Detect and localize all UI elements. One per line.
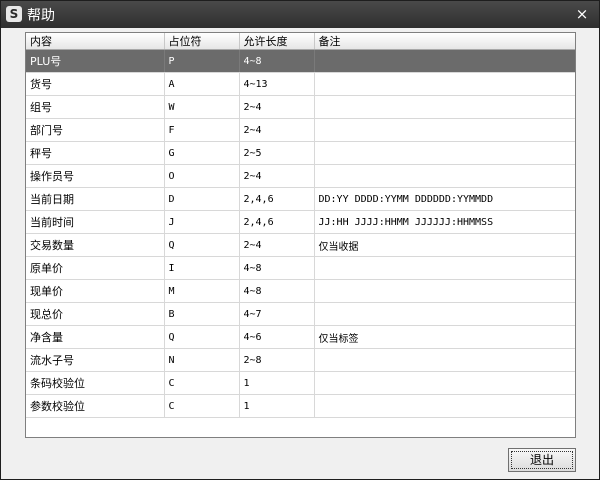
placeholder-cell: D bbox=[164, 187, 240, 211]
content-cell: PLU号 bbox=[26, 49, 165, 73]
content-cell: 交易数量 bbox=[26, 233, 165, 257]
length-cell: 4~8 bbox=[239, 49, 315, 73]
table-row[interactable]: 净含量 Q 4~6 仅当标签 bbox=[26, 325, 575, 349]
table-row[interactable]: 货号 A 4~13 bbox=[26, 72, 575, 96]
table-row[interactable]: 参数校验位 C 1 bbox=[26, 394, 575, 418]
table-row[interactable]: PLU号 P 4~8 bbox=[26, 49, 575, 73]
table-row[interactable]: 操作员号 O 2~4 bbox=[26, 164, 575, 188]
content-cell: 流水子号 bbox=[26, 348, 165, 372]
exit-button[interactable]: 退出 bbox=[508, 448, 576, 472]
remark-cell bbox=[314, 118, 575, 142]
placeholder-cell: N bbox=[164, 348, 240, 372]
app-icon: S bbox=[6, 6, 22, 22]
length-cell: 2~5 bbox=[239, 141, 315, 165]
table-row[interactable]: 原单价 I 4~8 bbox=[26, 256, 575, 280]
content-cell: 秤号 bbox=[26, 141, 165, 165]
length-cell: 2~8 bbox=[239, 348, 315, 372]
placeholder-cell: W bbox=[164, 95, 240, 119]
placeholder-cell: C bbox=[164, 394, 240, 418]
window-title: 帮助 bbox=[27, 8, 55, 24]
help-table: 内容 占位符 允许长度 备注 PLU号 P 4~8 货号 A 4~13 组号 W 2~4 部门号 F… bbox=[26, 33, 575, 418]
length-cell: 2~4 bbox=[239, 95, 315, 119]
length-cell: 4~7 bbox=[239, 302, 315, 326]
table-row[interactable]: 现单价 M 4~8 bbox=[26, 279, 575, 303]
table-row[interactable]: 组号 W 2~4 bbox=[26, 95, 575, 119]
table-header-row: 内容 占位符 允许长度 备注 bbox=[26, 33, 575, 50]
length-cell: 2~4 bbox=[239, 118, 315, 142]
remark-cell bbox=[314, 279, 575, 303]
placeholder-cell: Q bbox=[164, 233, 240, 257]
table-row[interactable]: 部门号 F 2~4 bbox=[26, 118, 575, 142]
close-button[interactable]: × bbox=[573, 4, 591, 24]
placeholder-cell: G bbox=[164, 141, 240, 165]
remark-cell bbox=[314, 348, 575, 372]
length-cell: 1 bbox=[239, 371, 315, 395]
placeholder-cell: C bbox=[164, 371, 240, 395]
column-header-allowed-length[interactable]: 允许长度 bbox=[239, 33, 315, 50]
length-cell: 4~8 bbox=[239, 256, 315, 280]
placeholder-cell: F bbox=[164, 118, 240, 142]
column-header-content[interactable]: 内容 bbox=[26, 33, 165, 50]
remark-cell: 仅当收据 bbox=[314, 233, 575, 257]
table-row[interactable]: 流水子号 N 2~8 bbox=[26, 348, 575, 372]
placeholder-cell: A bbox=[164, 72, 240, 96]
table-row[interactable]: 秤号 G 2~5 bbox=[26, 141, 575, 165]
remark-cell bbox=[314, 141, 575, 165]
placeholder-cell: O bbox=[164, 164, 240, 188]
remark-cell bbox=[314, 302, 575, 326]
length-cell: 4~6 bbox=[239, 325, 315, 349]
column-header-remark[interactable]: 备注 bbox=[314, 33, 575, 50]
table-row[interactable]: 当前日期 D 2,4,6 DD:YY DDDD:YYMM DDDDDD:YYMMDD bbox=[26, 187, 575, 211]
content-cell: 现总价 bbox=[26, 302, 165, 326]
remark-cell: DD:YY DDDD:YYMM DDDDDD:YYMMDD bbox=[314, 187, 575, 211]
length-cell: 1 bbox=[239, 394, 315, 418]
column-header-placeholder[interactable]: 占位符 bbox=[164, 33, 240, 50]
placeholder-cell: Q bbox=[164, 325, 240, 349]
placeholder-cell: I bbox=[164, 256, 240, 280]
help-dialog: S 帮助 × 内容 占位符 允许长度 备注 PLU号 P 4~8 货号 A 4~13 组号 W… bbox=[0, 0, 600, 480]
remark-cell bbox=[314, 49, 575, 73]
length-cell: 2~4 bbox=[239, 164, 315, 188]
table-row[interactable]: 当前时间 J 2,4,6 JJ:HH JJJJ:HHMM JJJJJJ:HHMMSS bbox=[26, 210, 575, 234]
length-cell: 4~13 bbox=[239, 72, 315, 96]
content-cell: 现单价 bbox=[26, 279, 165, 303]
length-cell: 4~8 bbox=[239, 279, 315, 303]
content-cell: 部门号 bbox=[26, 118, 165, 142]
table-row[interactable]: 条码校验位 C 1 bbox=[26, 371, 575, 395]
content-cell: 条码校验位 bbox=[26, 371, 165, 395]
remark-cell: JJ:HH JJJJ:HHMM JJJJJJ:HHMMSS bbox=[314, 210, 575, 234]
help-table-panel: 内容 占位符 允许长度 备注 PLU号 P 4~8 货号 A 4~13 组号 W 2~4 部门号 F… bbox=[25, 32, 576, 438]
remark-cell bbox=[314, 256, 575, 280]
length-cell: 2,4,6 bbox=[239, 187, 315, 211]
placeholder-cell: M bbox=[164, 279, 240, 303]
content-cell: 当前时间 bbox=[26, 210, 165, 234]
remark-cell bbox=[314, 371, 575, 395]
content-cell: 原单价 bbox=[26, 256, 165, 280]
remark-cell bbox=[314, 72, 575, 96]
content-cell: 当前日期 bbox=[26, 187, 165, 211]
remark-cell bbox=[314, 95, 575, 119]
content-cell: 净含量 bbox=[26, 325, 165, 349]
title-bar[interactable]: S 帮助 × bbox=[1, 1, 599, 28]
content-cell: 参数校验位 bbox=[26, 394, 165, 418]
placeholder-cell: B bbox=[164, 302, 240, 326]
remark-cell: 仅当标签 bbox=[314, 325, 575, 349]
focus-rectangle bbox=[511, 451, 573, 469]
table-row[interactable]: 交易数量 Q 2~4 仅当收据 bbox=[26, 233, 575, 257]
content-cell: 货号 bbox=[26, 72, 165, 96]
placeholder-cell: J bbox=[164, 210, 240, 234]
length-cell: 2~4 bbox=[239, 233, 315, 257]
table-row[interactable]: 现总价 B 4~7 bbox=[26, 302, 575, 326]
table-body: PLU号 P 4~8 货号 A 4~13 组号 W 2~4 部门号 F 2~4 秤号 G 2~5 操作员号 O 2… bbox=[26, 49, 575, 418]
remark-cell bbox=[314, 394, 575, 418]
length-cell: 2,4,6 bbox=[239, 210, 315, 234]
content-cell: 操作员号 bbox=[26, 164, 165, 188]
content-cell: 组号 bbox=[26, 95, 165, 119]
placeholder-cell: P bbox=[164, 49, 240, 73]
remark-cell bbox=[314, 164, 575, 188]
